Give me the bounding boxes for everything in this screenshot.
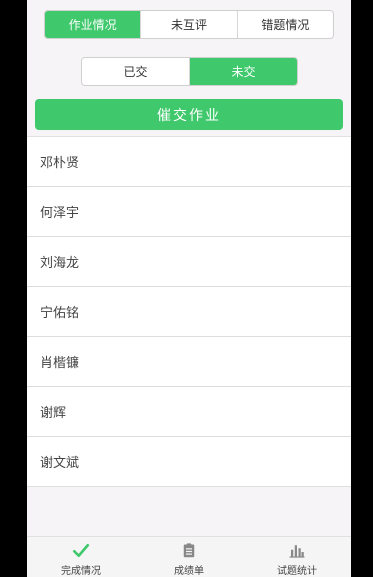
check-icon	[72, 543, 90, 558]
student-name: 宁佑铭	[40, 306, 80, 321]
student-name: 谢辉	[40, 406, 67, 421]
student-row[interactable]: 何泽宇	[27, 187, 351, 237]
tab-label: 试题统计	[277, 566, 317, 577]
student-row[interactable]: 谢辉	[27, 387, 351, 437]
student-row[interactable]: 宁佑铭	[27, 287, 351, 337]
tab-report-card[interactable]: 成绩单	[135, 537, 243, 577]
top-segmented-control: 作业情况 未互评 错题情况	[44, 10, 334, 39]
student-name: 邓朴贤	[40, 156, 80, 171]
student-row[interactable]: 肖楷镰	[27, 337, 351, 387]
tab-not-submitted[interactable]: 未交	[189, 58, 297, 85]
tab-completion-status[interactable]: 完成情况	[27, 537, 135, 577]
student-row[interactable]: 邓朴贤	[27, 137, 351, 187]
clipboard-icon	[183, 543, 195, 558]
bottom-tab-bar: 完成情况 成绩单 试题统计	[27, 536, 351, 577]
student-name: 肖楷镰	[40, 356, 80, 371]
app-screen: 作业情况 未互评 错题情况 已交 未交 催交作业 邓朴贤 何泽宇 刘海龙 宁佑铭…	[27, 0, 351, 577]
tab-wrong-questions[interactable]: 错题情况	[236, 11, 333, 38]
student-name: 何泽宇	[40, 206, 80, 221]
tab-question-stats[interactable]: 试题统计	[243, 537, 351, 577]
tab-submitted[interactable]: 已交	[82, 58, 189, 85]
tab-label: 完成情况	[61, 566, 101, 577]
tab-label: 成绩单	[174, 566, 204, 577]
student-row[interactable]: 刘海龙	[27, 237, 351, 287]
student-row[interactable]: 谢文斌	[27, 437, 351, 487]
student-name: 谢文斌	[40, 456, 80, 471]
student-list: 邓朴贤 何泽宇 刘海龙 宁佑铭 肖楷镰 谢辉 谢文斌	[27, 136, 351, 487]
bar-chart-icon	[289, 545, 305, 558]
student-name: 刘海龙	[40, 256, 80, 271]
tab-homework-status[interactable]: 作业情况	[45, 11, 141, 38]
urge-submission-button[interactable]: 催交作业	[35, 99, 343, 130]
submission-segmented-control: 已交 未交	[81, 57, 298, 86]
tab-not-peer-reviewed[interactable]: 未互评	[140, 11, 236, 38]
